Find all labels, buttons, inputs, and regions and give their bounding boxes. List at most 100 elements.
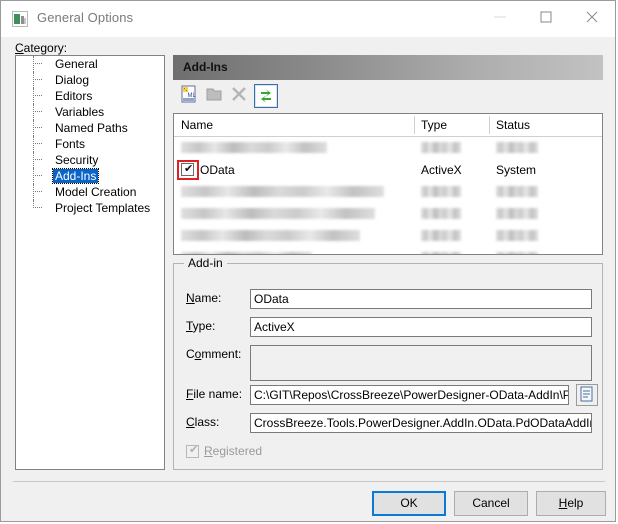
sidebar-item-label: Named Paths	[53, 121, 130, 135]
addin-details-group: Add-in Name: OData Type: ActiveX Comment…	[173, 263, 603, 470]
redacted-type	[421, 142, 461, 153]
sidebar-item-dialog[interactable]: Dialog	[16, 72, 164, 88]
maximize-button[interactable]	[523, 1, 569, 31]
file-name-field[interactable]: C:\GIT\Repos\CrossBreeze\PowerDesigner-O…	[250, 385, 569, 405]
sidebar-item-project-templates[interactable]: Project Templates	[16, 200, 164, 216]
redacted-status	[496, 252, 538, 255]
tree-dash	[33, 127, 42, 129]
sidebar-item-label: Project Templates	[53, 201, 152, 215]
name-field[interactable]: OData	[250, 289, 592, 309]
addin-group-legend: Add-in	[184, 256, 227, 270]
addins-list[interactable]: Name Type Status ✔ OData ActiveX System	[173, 113, 603, 255]
sidebar-item-editors[interactable]: Editors	[16, 88, 164, 104]
column-header-type[interactable]: Type	[421, 118, 447, 132]
app-icon	[12, 11, 28, 27]
refresh-icon[interactable]	[254, 84, 278, 108]
registered-checkbox: ✔	[186, 445, 199, 458]
type-label: Type:	[186, 319, 215, 333]
add-xml-addin-icon[interactable]: ML	[179, 84, 203, 108]
category-tree[interactable]: General Dialog Editors Variables Named Paths…	[15, 55, 165, 470]
addins-toolbar: ML	[173, 80, 603, 112]
table-row[interactable]	[174, 203, 602, 225]
sidebar-item-fonts[interactable]: Fonts	[16, 136, 164, 152]
name-label: Name:	[186, 291, 221, 305]
class-field[interactable]: CrossBreeze.Tools.PowerDesigner.AddIn.OD…	[250, 413, 592, 433]
table-row[interactable]	[174, 225, 602, 247]
sidebar-item-label: Model Creation	[53, 185, 138, 199]
window-title: General Options	[37, 10, 133, 25]
registered-label: Registered	[204, 444, 262, 458]
table-row[interactable]	[174, 247, 602, 255]
redacted-name	[181, 252, 312, 255]
table-row[interactable]: ✔ OData ActiveX System	[174, 159, 602, 181]
redacted-type	[421, 186, 461, 197]
sidebar-item-general[interactable]: General	[16, 56, 164, 72]
column-header-name[interactable]: Name	[181, 118, 213, 132]
comment-label: Comment:	[186, 347, 241, 361]
column-separator[interactable]	[489, 116, 490, 134]
redacted-status	[496, 186, 538, 197]
general-options-dialog: General Options Category: General Dialog E…	[0, 0, 616, 522]
open-folder-icon	[204, 84, 228, 108]
cell-name: OData	[200, 159, 235, 181]
comment-field[interactable]	[250, 345, 592, 381]
highlight-annotation	[177, 160, 199, 180]
panel-header: Add-Ins	[173, 55, 603, 80]
tree-dash	[33, 95, 42, 97]
close-icon	[584, 11, 600, 23]
redacted-type	[421, 230, 461, 241]
panel-header-title: Add-Ins	[183, 60, 228, 74]
footer-divider	[13, 481, 605, 482]
tree-dash	[33, 79, 42, 81]
browse-file-icon[interactable]	[576, 384, 598, 406]
redacted-type	[421, 208, 461, 219]
table-row[interactable]	[174, 137, 602, 159]
column-header-status[interactable]: Status	[496, 118, 530, 132]
sidebar-item-label: Dialog	[53, 73, 91, 87]
list-body: ✔ OData ActiveX System	[174, 137, 602, 255]
sidebar-item-label: Editors	[53, 89, 94, 103]
sidebar-item-label: Add-Ins	[53, 169, 98, 183]
table-row[interactable]	[174, 181, 602, 203]
category-label: Category:	[15, 41, 67, 55]
redacted-name	[181, 186, 384, 197]
cancel-button[interactable]: Cancel	[454, 491, 528, 516]
tree-dash	[33, 175, 42, 177]
sidebar-item-label: Fonts	[53, 137, 87, 151]
redacted-type	[421, 252, 461, 255]
list-header: Name Type Status	[174, 114, 602, 137]
cell-status: System	[496, 159, 536, 181]
delete-icon	[229, 84, 253, 108]
maximize-icon	[538, 11, 554, 23]
addins-panel: Add-Ins ML Name Type Status ✔ OData Acti…	[173, 55, 603, 470]
redacted-status	[496, 230, 538, 241]
sidebar-item-named-paths[interactable]: Named Paths	[16, 120, 164, 136]
tree-dash	[33, 191, 42, 193]
type-field[interactable]: ActiveX	[250, 317, 592, 337]
sidebar-item-model-creation[interactable]: Model Creation	[16, 184, 164, 200]
help-button[interactable]: Help	[536, 491, 606, 516]
cell-type: ActiveX	[421, 159, 462, 181]
tree-dash	[33, 143, 42, 145]
redacted-name	[181, 208, 375, 219]
redacted-status	[496, 142, 538, 153]
redacted-name	[181, 142, 327, 153]
minimize-icon	[492, 11, 508, 23]
tree-dash	[33, 207, 42, 209]
sidebar-item-add-ins[interactable]: Add-Ins	[16, 168, 164, 184]
sidebar-item-variables[interactable]: Variables	[16, 104, 164, 120]
column-separator[interactable]	[414, 116, 415, 134]
svg-text:ML: ML	[188, 93, 197, 99]
redacted-status	[496, 208, 538, 219]
file-name-label: File name:	[186, 387, 242, 401]
class-label: Class:	[186, 415, 219, 429]
tree-dash	[33, 63, 42, 65]
tree-dash	[33, 111, 42, 113]
sidebar-item-label: General	[53, 57, 100, 71]
tree-dash	[33, 159, 42, 161]
ok-button[interactable]: OK	[372, 491, 446, 516]
minimize-button[interactable]	[477, 1, 523, 31]
sidebar-item-security[interactable]: Security	[16, 152, 164, 168]
title-bar: General Options	[1, 1, 615, 37]
close-button[interactable]	[569, 1, 615, 31]
